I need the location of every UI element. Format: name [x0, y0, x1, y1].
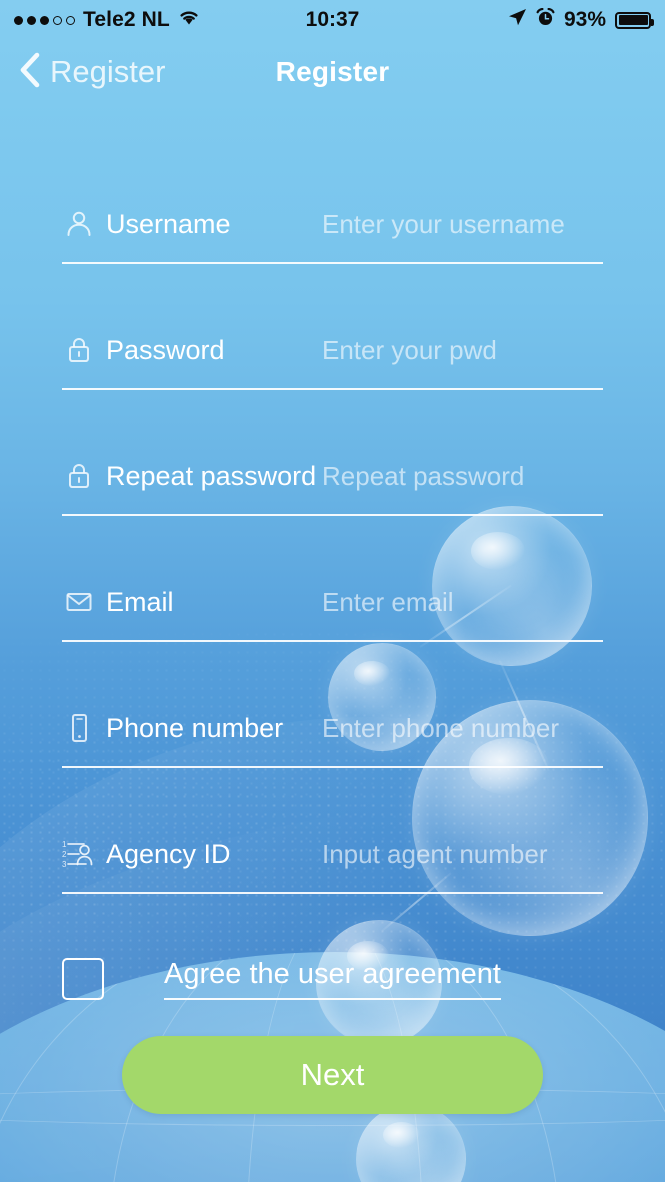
repeat-password-input[interactable]: Repeat password	[322, 438, 524, 514]
field-label: Agency ID	[106, 838, 231, 869]
field-underline	[62, 640, 603, 642]
envelope-icon	[62, 585, 96, 619]
agreement-row: Agree the user agreement	[0, 958, 665, 1000]
alarm-clock-icon	[536, 7, 555, 33]
field-label: Phone number	[106, 712, 284, 743]
registration-form: Username Enter your username Password En…	[0, 186, 665, 942]
lock-icon	[62, 333, 96, 367]
field-password: Password Enter your pwd	[62, 312, 603, 438]
phone-number-input[interactable]: Enter phone number	[322, 690, 559, 766]
next-button[interactable]: Next	[122, 1036, 543, 1114]
field-underline	[62, 262, 603, 264]
next-button-container: Next	[0, 1036, 665, 1114]
svg-text:3: 3	[62, 860, 67, 869]
page-title: Register	[275, 56, 390, 87]
mobile-phone-icon	[62, 711, 96, 745]
field-underline	[62, 892, 603, 894]
agency-list-icon: 1 2 3	[62, 837, 96, 871]
field-label: Email	[106, 586, 174, 617]
svg-text:1: 1	[62, 840, 67, 849]
person-icon	[62, 207, 96, 241]
status-bar: Tele2 NL 10:37 93%	[0, 0, 665, 40]
field-label: Password	[106, 334, 225, 365]
field-email: Email Enter email	[62, 564, 603, 690]
agency-id-input[interactable]: Input agent number	[322, 816, 548, 892]
field-label: Repeat password	[106, 460, 317, 491]
field-underline	[62, 514, 603, 516]
agreement-label[interactable]: Agree the user agreement	[164, 958, 501, 1000]
field-username: Username Enter your username	[62, 186, 603, 312]
field-underline	[62, 388, 603, 390]
navigation-bar: Register Register	[0, 40, 665, 104]
field-agency-id: 1 2 3 Agency ID Input agent number	[62, 816, 603, 942]
field-underline	[62, 766, 603, 768]
agreement-checkbox[interactable]	[62, 958, 104, 1000]
location-arrow-icon	[507, 7, 527, 33]
field-label: Username	[106, 208, 231, 239]
status-bar-right: 93%	[507, 7, 654, 33]
field-repeat-password: Repeat password Repeat password	[62, 438, 603, 564]
battery-icon	[615, 11, 654, 29]
battery-percent-label: 93%	[563, 8, 606, 31]
svg-text:2: 2	[62, 850, 67, 859]
password-input[interactable]: Enter your pwd	[322, 312, 497, 388]
register-screen: Tele2 NL 10:37 93% Register Register Use…	[0, 0, 665, 1182]
username-input[interactable]: Enter your username	[322, 186, 565, 262]
lock-icon	[62, 459, 96, 493]
bubble-graphic	[356, 1104, 466, 1182]
field-phone-number: Phone number Enter phone number	[62, 690, 603, 816]
email-input[interactable]: Enter email	[322, 564, 454, 640]
